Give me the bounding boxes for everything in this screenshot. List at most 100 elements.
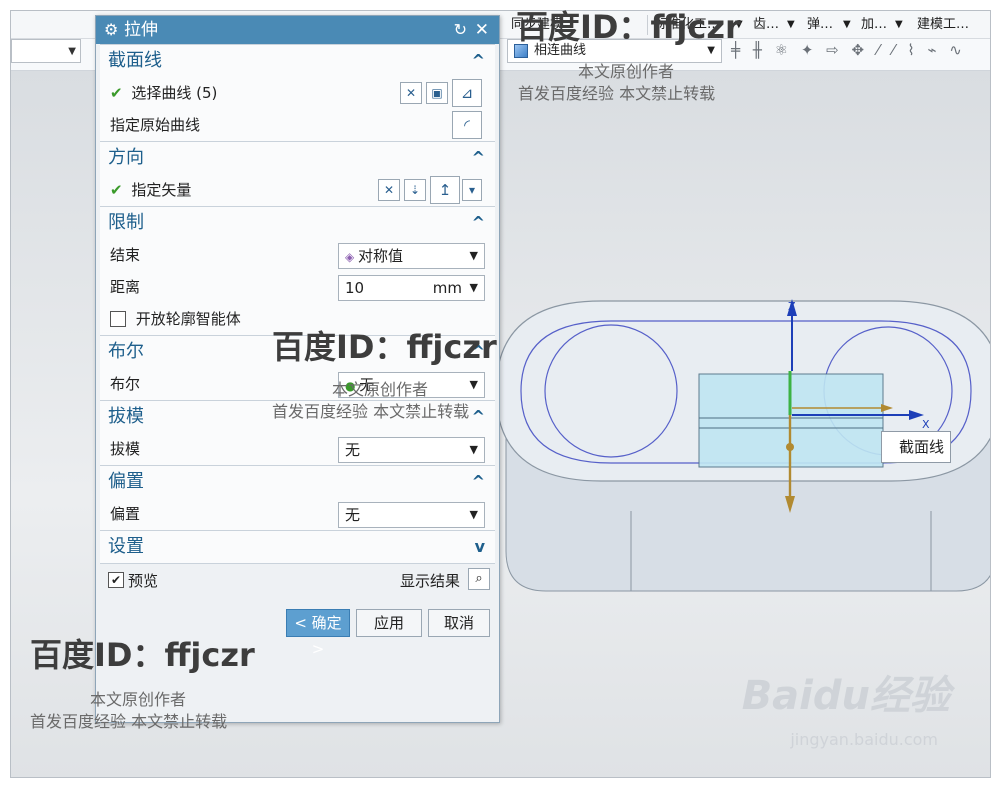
vector-icon[interactable]: ⇣: [404, 179, 426, 201]
distance-unit: mm: [432, 279, 462, 297]
watermark-id: 百度ID：ffjczr: [516, 8, 741, 46]
baidu-url: jingyan.baidu.com: [790, 730, 938, 749]
boolean-title: 布尔: [108, 341, 144, 362]
chevron-down-icon: ▼: [469, 443, 478, 456]
watermark-line1: 本文原创作者: [332, 380, 429, 399]
settings-group: 设置 v: [100, 530, 495, 563]
select-curve-row: ✔ 选择曲线 (5) ✕ ▣ ⊿: [100, 77, 495, 109]
end-value: 对称值: [358, 247, 404, 265]
reverse-direction-icon[interactable]: ✕: [378, 179, 400, 201]
menu-gear[interactable]: 齿…: [753, 14, 779, 36]
reset-icon[interactable]: ↻: [454, 16, 467, 44]
vector-row: ✔ 指定矢量 ✕ ⇣ ↥ ▾: [100, 174, 495, 206]
curve-icon[interactable]: ▣: [426, 82, 448, 104]
menu-add[interactable]: 加…: [861, 14, 887, 36]
origin-handle: [786, 443, 794, 451]
chevron-up-icon[interactable]: ^: [472, 401, 485, 433]
offset-title: 偏置: [108, 471, 144, 492]
distance-input[interactable]: 10 mm ▼: [338, 275, 485, 301]
ok-button[interactable]: < 确定 >: [286, 609, 350, 658]
menu-modeling-tools[interactable]: 建模工…: [917, 14, 969, 36]
vector-dialog-icon[interactable]: ↥: [430, 176, 460, 204]
direction-title: 方向: [108, 147, 144, 168]
end-select[interactable]: ◈ 对称值 ▼: [338, 243, 485, 269]
apply-button[interactable]: 应用: [356, 609, 422, 637]
draft-row: 拔模 无 ▼: [100, 433, 495, 465]
menu-spring[interactable]: 弹…: [807, 14, 833, 36]
open-profile-checkbox[interactable]: [110, 311, 126, 327]
gear-icon[interactable]: ⚙: [104, 16, 118, 44]
draft-select[interactable]: 无 ▼: [338, 437, 485, 463]
boolean-label: 布尔: [110, 375, 141, 393]
watermark-line1: 本文原创作者: [578, 62, 675, 81]
distance-value: 10: [345, 279, 365, 297]
preview-row: ✔ 预览 显示结果 ⌕: [100, 563, 495, 599]
distance-row: 距离 10 mm ▼: [100, 271, 495, 303]
type-filter-select[interactable]: ▼: [11, 39, 81, 63]
chevron-down-icon: ▼: [469, 249, 478, 262]
chevron-down-icon: ▼: [469, 378, 478, 391]
end-row: 结束 ◈ 对称值 ▼: [100, 239, 495, 271]
open-profile-label: 开放轮廓智能体: [135, 310, 241, 328]
chevron-down-icon[interactable]: ▼: [843, 14, 851, 36]
extrude-dialog: ⚙ 拉伸 ↻ ✕ 截面线 ^ ✔ 选择曲线 (5) ✕ ▣ ⊿ 指定原始曲线 ◜: [95, 15, 500, 723]
chevron-down-icon: ▼: [68, 46, 76, 57]
baidu-logo: Baidu经验: [741, 673, 950, 719]
limits-title: 限制: [108, 212, 144, 233]
watermark-line2: 首发百度经验 本文禁止转载: [518, 84, 716, 103]
end-label: 结束: [110, 246, 141, 264]
sketch-icon[interactable]: ✕: [400, 82, 422, 104]
offset-header[interactable]: 偏置 ^: [100, 466, 495, 498]
original-curve-icon[interactable]: ◜: [452, 111, 482, 139]
section-curve-icon[interactable]: ⊿: [452, 79, 482, 107]
z-axis-label: Z: [788, 300, 796, 313]
draft-label: 拔模: [110, 440, 141, 458]
select-curve-label: 选择曲线 (5): [131, 84, 218, 102]
chevron-down-icon[interactable]: ▾: [462, 179, 482, 201]
tooltip-text: 截面线: [898, 438, 944, 456]
original-curve-label: 指定原始曲线: [110, 116, 201, 134]
distance-label: 距离: [110, 278, 141, 296]
watermark-line1: 本文原创作者: [90, 690, 187, 709]
section-curve-title: 截面线: [108, 50, 162, 71]
offset-value: 无: [345, 506, 361, 524]
offset-group: 偏置 ^ 偏置 无 ▼: [100, 465, 495, 530]
chevron-down-icon[interactable]: v: [475, 531, 485, 563]
draft-value: 无: [345, 441, 361, 459]
symmetric-icon: ◈: [345, 250, 359, 264]
draft-title: 拔模: [108, 406, 144, 427]
chevron-up-icon[interactable]: ^: [472, 466, 485, 498]
limits-header[interactable]: 限制 ^: [100, 207, 495, 239]
chevron-down-icon: ▼: [469, 281, 478, 294]
preview-label: 预览: [128, 572, 159, 590]
vector-label: 指定矢量: [131, 181, 192, 199]
show-result-label[interactable]: 显示结果: [400, 570, 460, 591]
chevron-up-icon[interactable]: ^: [472, 142, 485, 174]
dialog-title-bar[interactable]: ⚙ 拉伸 ↻ ✕: [96, 16, 499, 44]
chevron-up-icon[interactable]: ^: [472, 207, 485, 239]
section-curve-header[interactable]: 截面线 ^: [100, 45, 495, 77]
settings-header[interactable]: 设置 v: [100, 531, 495, 563]
cancel-button[interactable]: 取消: [428, 609, 490, 637]
boolean-row: 布尔 ● 无 ▼: [100, 368, 495, 400]
search-icon[interactable]: ⌕: [468, 568, 490, 590]
limits-group: 限制 ^ 结束 ◈ 对称值 ▼ 距离 10 mm ▼ 开放轮廓智能体: [100, 206, 495, 335]
chevron-down-icon: ▼: [469, 508, 478, 521]
close-icon[interactable]: ✕: [475, 16, 489, 44]
offset-select[interactable]: 无 ▼: [338, 502, 485, 528]
dialog-title: 拉伸: [124, 20, 158, 40]
watermark-id: 百度ID：ffjczr: [30, 636, 255, 674]
offset-row: 偏置 无 ▼: [100, 498, 495, 530]
preview-checkbox[interactable]: ✔: [108, 572, 124, 588]
section-curve-group: 截面线 ^ ✔ 选择曲线 (5) ✕ ▣ ⊿ 指定原始曲线 ◜: [100, 44, 495, 141]
section-tooltip: 截面线: [881, 431, 951, 463]
watermark-line2: 首发百度经验 本文禁止转载: [272, 402, 470, 421]
offset-label: 偏置: [110, 505, 141, 523]
x-axis-label: X: [922, 418, 930, 431]
chevron-down-icon[interactable]: ▼: [895, 14, 903, 36]
chevron-up-icon[interactable]: ^: [472, 45, 485, 77]
watermark-id: 百度ID：ffjczr: [272, 328, 497, 366]
snap-point-icons[interactable]: ╪ ╫ ⚛ ✦ ⇨ ✥ ⁄ ⁄ ⌇ ⌁ ∿: [731, 41, 966, 59]
direction-header[interactable]: 方向 ^: [100, 142, 495, 174]
chevron-down-icon[interactable]: ▼: [787, 14, 795, 36]
